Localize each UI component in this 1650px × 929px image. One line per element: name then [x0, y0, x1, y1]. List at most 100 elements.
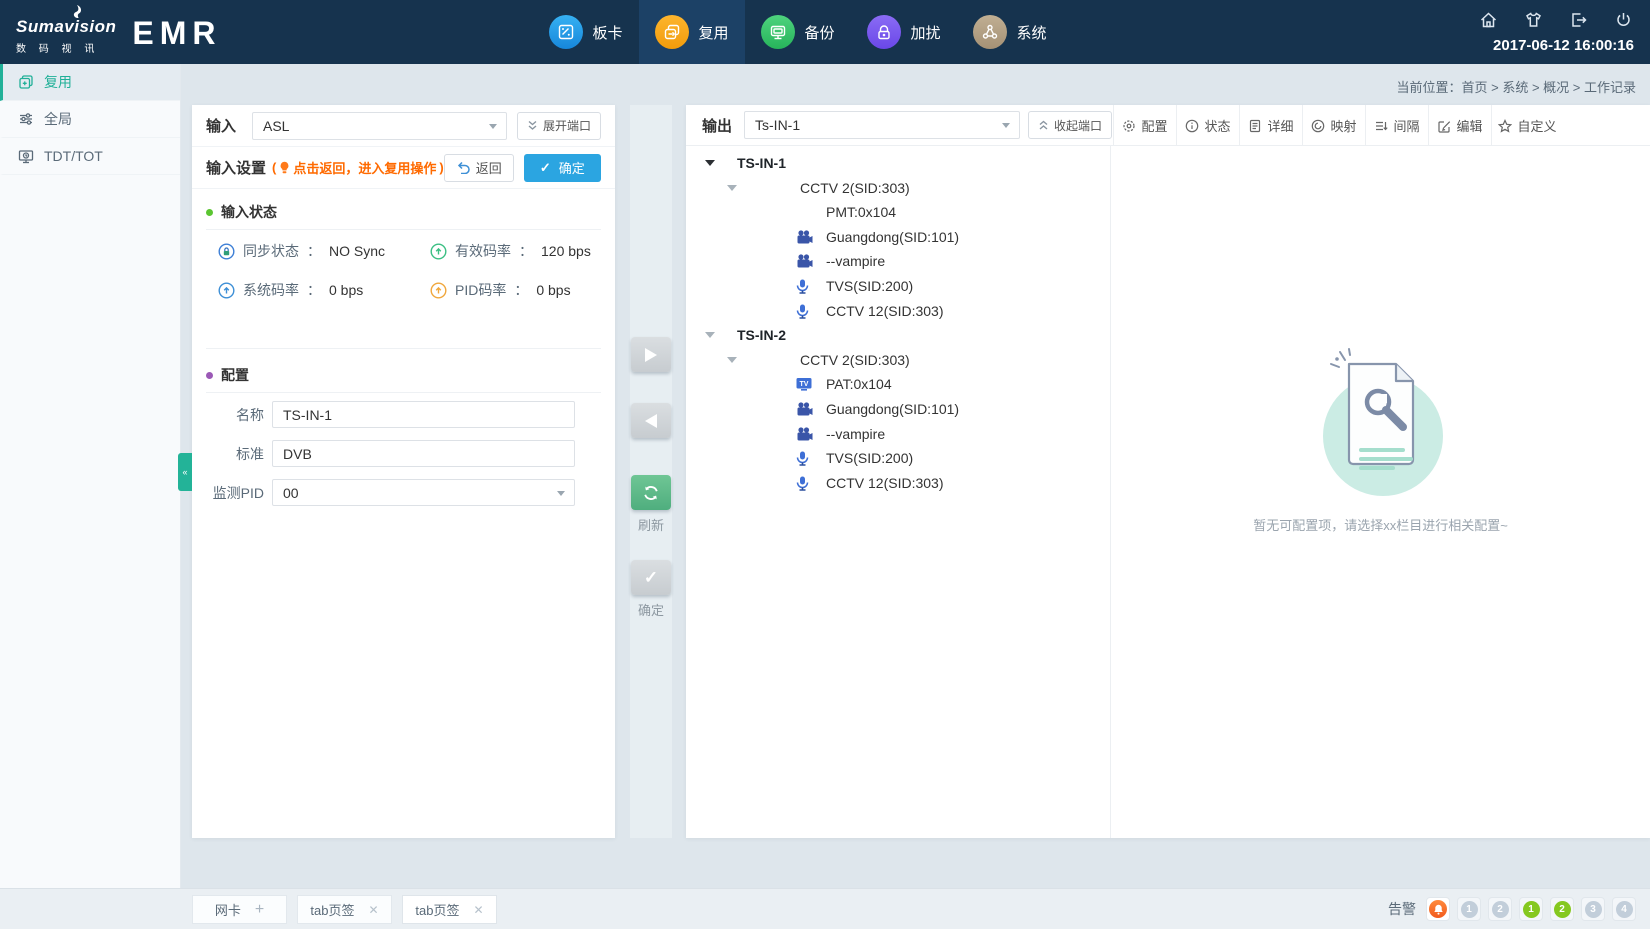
config-form: 名称 TS-IN-1 标准 DVB 监测PID 00 — [192, 401, 575, 518]
alarm-level-badge[interactable]: 4 — [1612, 897, 1636, 921]
interval-list-icon — [1374, 119, 1388, 133]
output-toolbar: 配置 状态 详细 映射 — [1113, 105, 1563, 146]
tree-label: Guangdong(SID:101) — [826, 229, 959, 245]
green-dot-icon — [206, 209, 213, 216]
status-label: 同步状态 — [243, 241, 299, 261]
power-icon[interactable] — [1613, 10, 1634, 30]
sidebar-item-mux[interactable]: 复用 — [0, 64, 180, 101]
close-icon[interactable]: ✕ — [369, 903, 379, 917]
tool-config[interactable]: 配置 — [1113, 105, 1176, 146]
nav-tab-backup[interactable]: 备份 — [745, 0, 851, 64]
standard-field-label: 标准 — [192, 444, 264, 464]
video-camera-icon — [796, 230, 813, 249]
output-header: 输出 Ts-IN-1 收起端口 配置 状态 — [686, 105, 1650, 146]
tree-node-ts-in-2[interactable]: TS-IN-2 — [686, 323, 1110, 348]
monitor-pid-select[interactable]: 00 — [272, 479, 575, 506]
swan-logo-icon — [68, 3, 86, 24]
tool-interval[interactable]: 间隔 — [1365, 105, 1428, 146]
sidebar-item-label: 全局 — [44, 109, 72, 129]
close-icon[interactable]: ✕ — [474, 903, 484, 917]
footer-tabs: 网卡 + tab页签 ✕ tab页签 ✕ — [192, 895, 497, 924]
alarm-level-badge[interactable]: 1 — [1457, 897, 1481, 921]
tree-node-audio[interactable]: CCTV 12(SID:303) — [686, 299, 1110, 324]
alarm-level-badge[interactable]: 3 — [1581, 897, 1605, 921]
input-port-select[interactable]: ASL — [252, 112, 507, 140]
tree-node-audio[interactable]: TVS(SID:200) — [686, 446, 1110, 471]
theme-shirt-icon[interactable] — [1523, 10, 1544, 30]
alarm-level-badge[interactable]: 2 — [1488, 897, 1512, 921]
expander-icon[interactable] — [727, 185, 737, 191]
sidebar-item-tdt-tot[interactable]: TDT/TOT — [0, 138, 180, 175]
status-label: PID码率 — [455, 280, 506, 300]
tree-node-audio[interactable]: TVS(SID:200) — [686, 274, 1110, 299]
status-item-pid-rate: PID码率： 0 bps — [430, 279, 605, 301]
tree-node-video[interactable]: Guangdong(SID:101) — [686, 225, 1110, 250]
logout-icon[interactable] — [1568, 10, 1589, 30]
footer-tab-generic-active[interactable]: tab页签 ✕ — [402, 895, 497, 924]
move-right-button[interactable] — [631, 337, 671, 372]
app-logo: Sumavision 数 码 视 讯 EMR — [16, 7, 222, 55]
panel-collapse-handle[interactable]: « — [178, 453, 192, 491]
tool-status[interactable]: 状态 — [1176, 105, 1239, 146]
tree-node-audio[interactable]: CCTV 12(SID:303) — [686, 471, 1110, 496]
back-button[interactable]: 返回 — [444, 154, 514, 182]
input-port-row: 输入 ASL 展开端口 — [192, 105, 615, 147]
expander-icon[interactable] — [705, 332, 715, 338]
nav-tab-mux[interactable]: 复用 — [639, 0, 745, 64]
nav-tab-board[interactable]: 板卡 — [533, 0, 639, 64]
tree-node-pmt[interactable]: PMT:0x104 — [686, 200, 1110, 225]
move-left-button[interactable] — [631, 403, 671, 438]
tree-label: TVS(SID:200) — [826, 450, 913, 466]
tree-label: CCTV 2(SID:303) — [800, 352, 910, 368]
collapse-ports-button[interactable]: 收起端口 — [1028, 111, 1112, 139]
tool-detail[interactable]: 详细 — [1239, 105, 1302, 146]
tree-node-program[interactable]: CCTV 2(SID:303) — [686, 176, 1110, 201]
footer-tab-nic[interactable]: 网卡 + — [192, 895, 287, 924]
input-panel: 输入 ASL 展开端口 输入设置 ( 点击返回，进入复用操作 ) — [192, 105, 615, 838]
alarm-bell-button[interactable] — [1426, 897, 1450, 921]
tree-node-video[interactable]: Guangdong(SID:101) — [686, 397, 1110, 422]
empty-state: 暂无可配置项，请选择xx栏目进行相关配置~ — [1111, 146, 1650, 838]
main-nav: 板卡 复用 备份 加扰 — [533, 0, 1063, 64]
chevron-down-icon — [489, 124, 497, 133]
tool-label: 编辑 — [1456, 116, 1482, 135]
alarm-level-badge[interactable]: 2 — [1550, 897, 1574, 921]
name-input[interactable]: TS-IN-1 — [272, 401, 575, 428]
microphone-icon — [796, 304, 809, 324]
tree-node-pat[interactable]: TV PAT:0x104 — [686, 372, 1110, 397]
empty-state-message: 暂无可配置项，请选择xx栏目进行相关配置~ — [1111, 515, 1650, 534]
tree-label: CCTV 2(SID:303) — [800, 180, 910, 196]
microphone-icon — [796, 451, 809, 471]
tree-node-ts-in-1[interactable]: TS-IN-1 — [686, 151, 1110, 176]
tree-label: TVS(SID:200) — [826, 278, 913, 294]
apply-label: 确定 — [630, 600, 672, 619]
nav-tab-label: 备份 — [804, 22, 834, 43]
nav-tab-system[interactable]: 系统 — [957, 0, 1063, 64]
expander-icon[interactable] — [705, 160, 715, 166]
standard-input[interactable]: DVB — [272, 440, 575, 467]
confirm-button[interactable]: ✓ 确定 — [524, 154, 601, 182]
footer-tab-generic[interactable]: tab页签 ✕ — [297, 895, 392, 924]
tool-mapping[interactable]: 映射 — [1302, 105, 1365, 146]
tool-custom[interactable]: 自定义 — [1491, 105, 1563, 146]
add-icon[interactable]: + — [255, 902, 264, 918]
refresh-button[interactable] — [631, 475, 671, 510]
tool-edit[interactable]: 编辑 — [1428, 105, 1491, 146]
edit-icon — [1437, 119, 1451, 133]
alarm-level-badge[interactable]: 1 — [1519, 897, 1543, 921]
tree-node-video[interactable]: --vampire — [686, 249, 1110, 274]
expand-ports-button[interactable]: 展开端口 — [517, 112, 601, 140]
expander-icon[interactable] — [727, 357, 737, 363]
nav-tab-scramble[interactable]: 加扰 — [851, 0, 957, 64]
pid-rate-icon — [430, 282, 447, 299]
output-port-select[interactable]: Ts-IN-1 — [744, 111, 1020, 139]
apply-button[interactable]: ✓ — [631, 560, 671, 595]
home-icon[interactable] — [1478, 10, 1499, 30]
footer-bar: 网卡 + tab页签 ✕ tab页签 ✕ 告警 1 2 1 2 3 4 — [0, 888, 1650, 929]
status-value: 120 bps — [541, 243, 591, 259]
tree-node-program[interactable]: CCTV 2(SID:303) — [686, 348, 1110, 373]
footer-tab-label: 网卡 — [215, 900, 241, 919]
sidebar-item-global[interactable]: 全局 — [0, 101, 180, 138]
footer-tab-label: tab页签 — [415, 900, 459, 919]
tree-node-video[interactable]: --vampire — [686, 422, 1110, 447]
